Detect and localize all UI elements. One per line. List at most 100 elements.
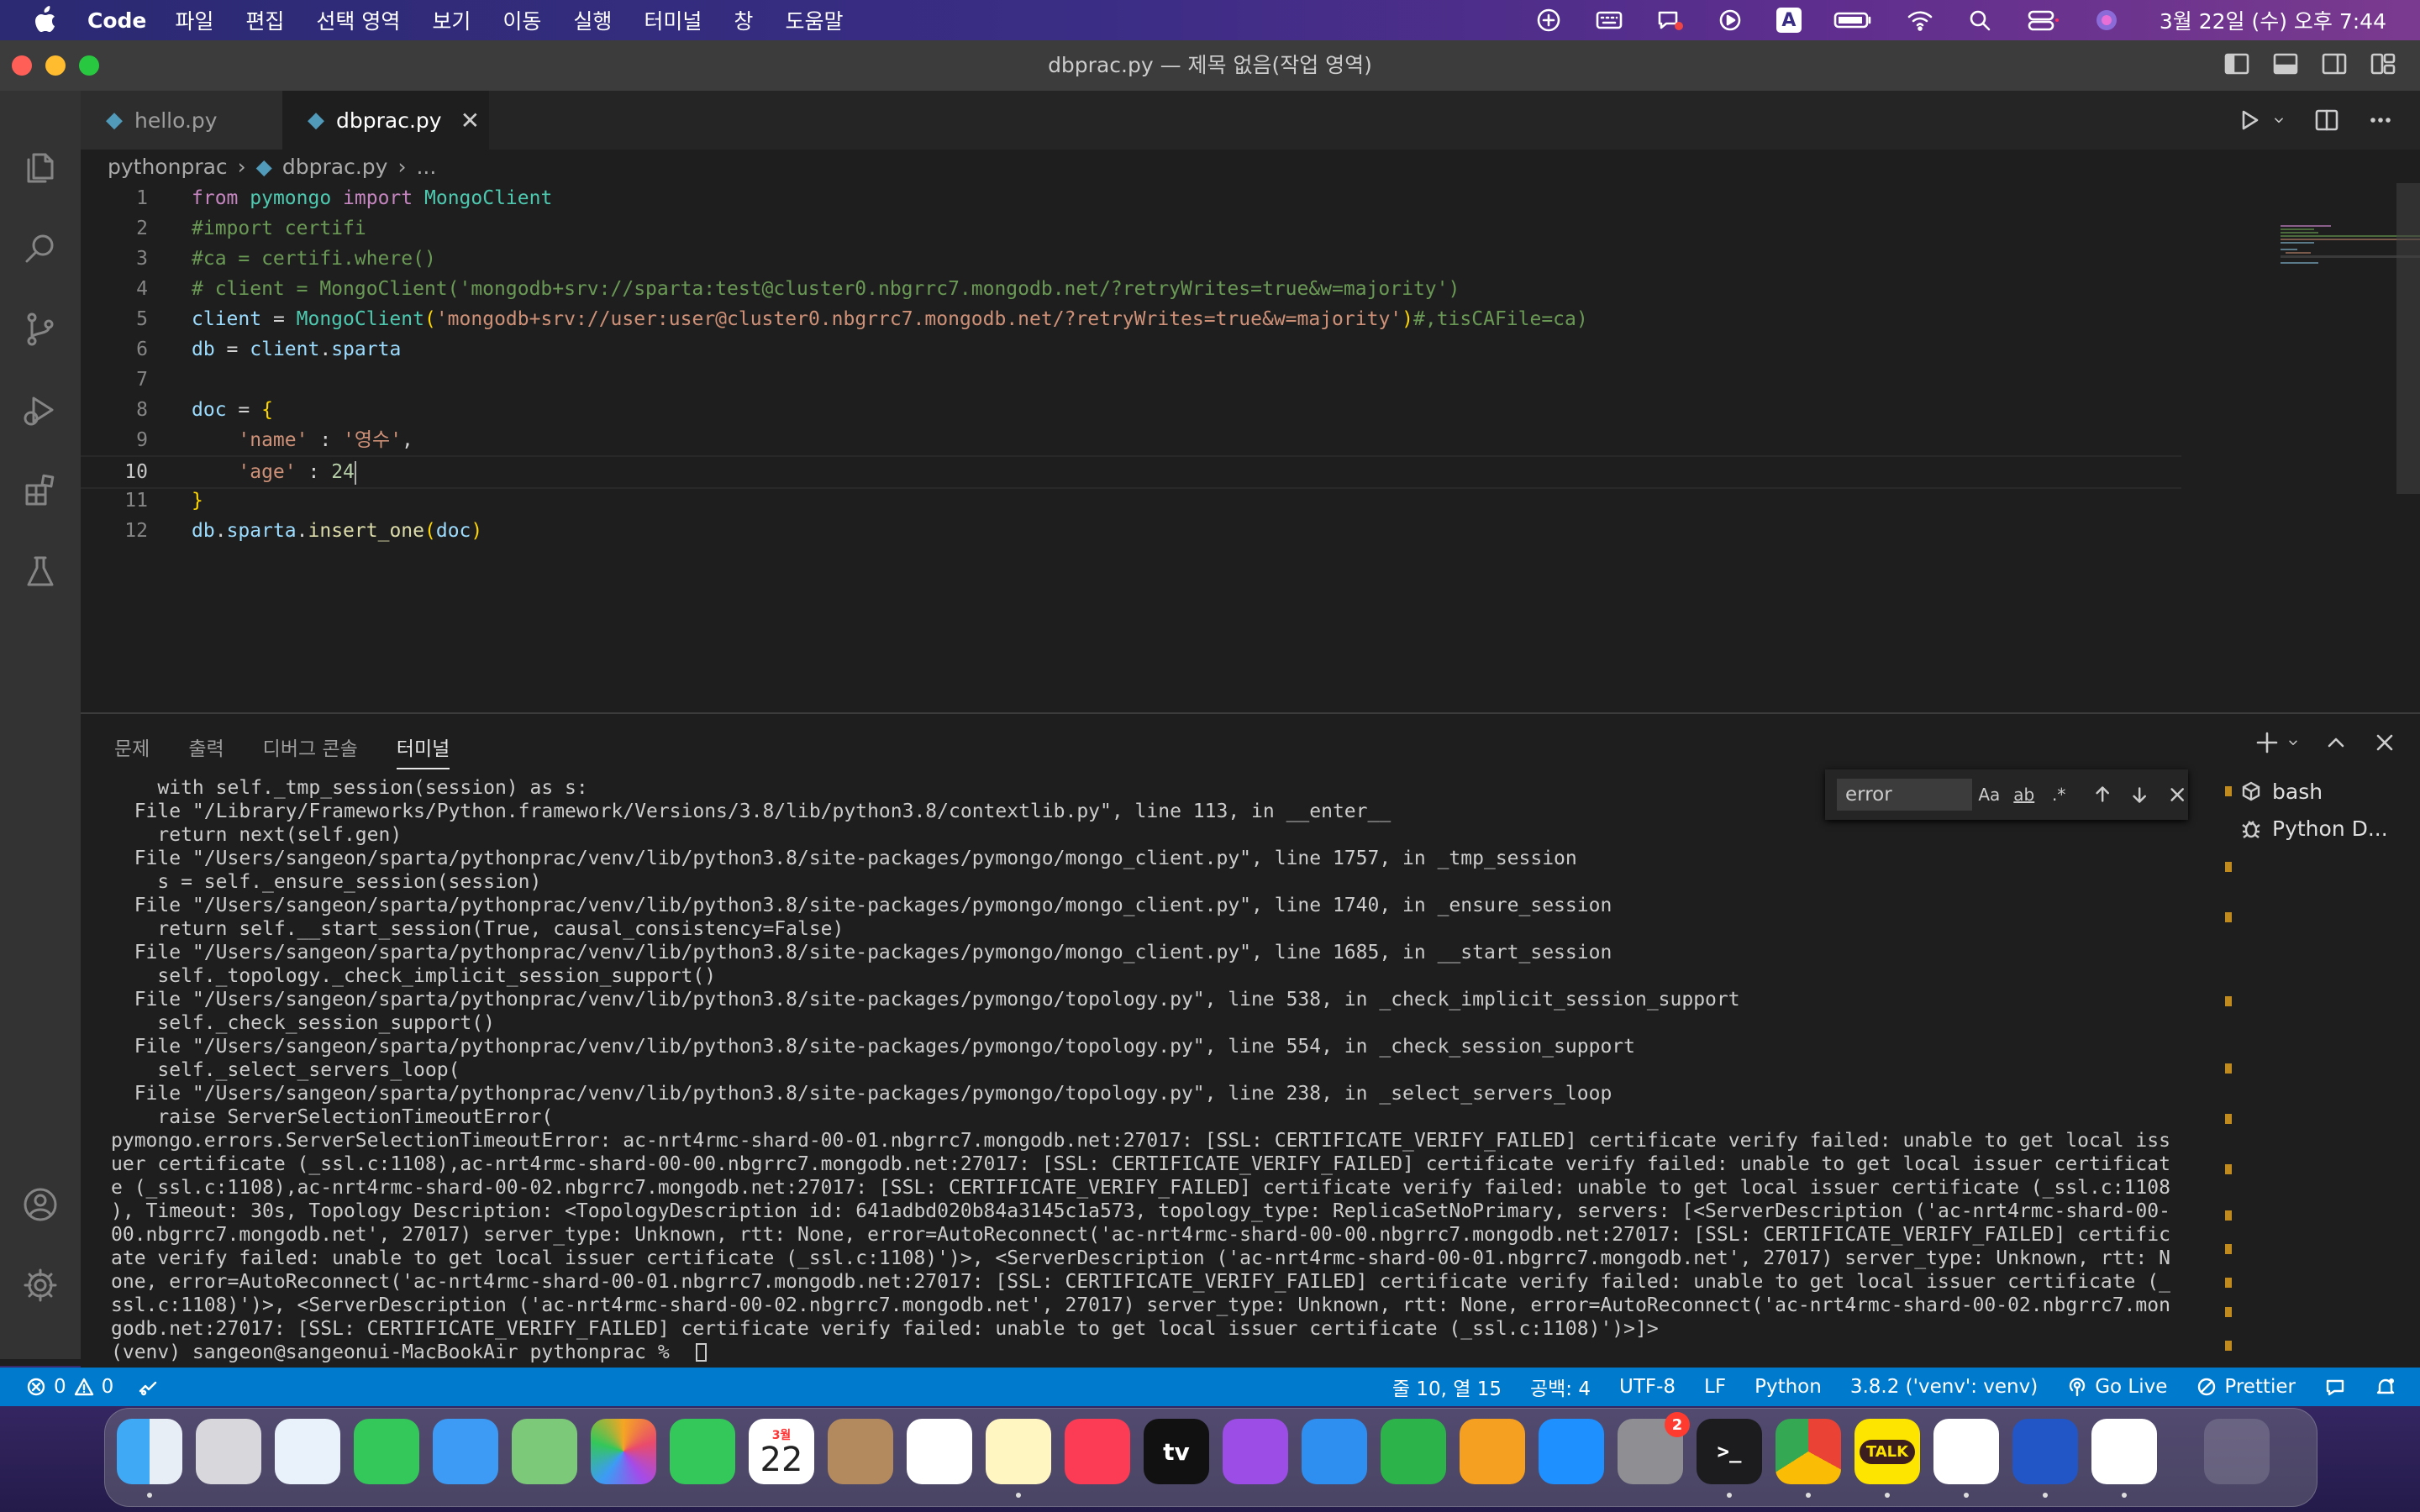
code-line[interactable]: 8 doc = { bbox=[81, 395, 2181, 425]
numbers-icon[interactable] bbox=[1381, 1419, 1446, 1484]
reminders-icon[interactable] bbox=[907, 1419, 972, 1484]
arrow-down-icon[interactable] bbox=[2128, 783, 2150, 806]
input-source-icon[interactable]: A bbox=[1776, 8, 1802, 33]
breadcrumb-file[interactable]: dbprac.py bbox=[282, 155, 388, 179]
cursor-position[interactable]: 줄 10, 열 15 bbox=[1392, 1373, 1502, 1401]
vscode-icon[interactable] bbox=[2091, 1419, 2157, 1484]
menu-run[interactable]: 실행 bbox=[573, 5, 612, 35]
sourcetree-icon[interactable] bbox=[2012, 1419, 2078, 1484]
code-line[interactable]: 10 'age' : 24 bbox=[81, 455, 2181, 489]
tab-output[interactable]: 출력 bbox=[188, 732, 224, 769]
search-icon[interactable] bbox=[1966, 8, 1995, 33]
code-line[interactable]: 5 client = MongoClient('mongodb+srv://use… bbox=[81, 304, 2181, 334]
code-line[interactable]: 11} bbox=[81, 486, 2181, 516]
more-actions-icon[interactable] bbox=[2366, 106, 2395, 134]
menu-window[interactable]: 창 bbox=[734, 5, 753, 35]
problems-status[interactable]: 0 0 bbox=[25, 1376, 113, 1398]
use-regex-toggle[interactable]: .* bbox=[2041, 785, 2075, 805]
menu-go[interactable]: 이동 bbox=[502, 5, 541, 35]
code-line[interactable]: 7 bbox=[81, 365, 2181, 395]
apple-tv-icon[interactable]: tv bbox=[1144, 1419, 1209, 1484]
battery-icon[interactable] bbox=[1833, 8, 1874, 33]
menu-help[interactable]: 도움말 bbox=[785, 5, 843, 35]
menu-edit[interactable]: 편집 bbox=[245, 5, 284, 35]
notes-icon[interactable] bbox=[986, 1419, 1051, 1484]
prettier-button[interactable]: Prettier bbox=[2196, 1376, 2296, 1398]
menubar-clock[interactable]: 3월 22일 (수) 오후 7:44 bbox=[2160, 5, 2386, 35]
source-control-icon[interactable] bbox=[22, 311, 59, 348]
maximize-panel-icon[interactable] bbox=[2323, 729, 2349, 756]
testing-icon[interactable] bbox=[22, 553, 59, 590]
code-line[interactable]: 4 # client = MongoClient('mongodb+srv://s… bbox=[81, 274, 2181, 304]
keyboard-icon[interactable] bbox=[1595, 8, 1623, 33]
breadcrumb-symbols[interactable]: ... bbox=[416, 155, 436, 179]
app-name-menu[interactable]: Code bbox=[87, 8, 146, 33]
code-line[interactable]: 1 from pymongo import MongoClient bbox=[81, 183, 2181, 213]
toggle-secondary-sidebar-icon[interactable] bbox=[2321, 50, 2348, 77]
match-whole-word-toggle[interactable]: ab bbox=[2007, 785, 2041, 805]
accounts-icon[interactable] bbox=[22, 1186, 59, 1223]
podcasts-icon[interactable] bbox=[1223, 1419, 1288, 1484]
slack-icon[interactable] bbox=[1933, 1419, 1999, 1484]
trash-icon[interactable] bbox=[2204, 1419, 2270, 1484]
code-line[interactable]: 12 db.sparta.insert_one(doc) bbox=[81, 516, 2181, 546]
toggle-panel-icon[interactable] bbox=[2272, 50, 2299, 77]
menu-selection[interactable]: 선택 영역 bbox=[316, 5, 400, 35]
finder-icon[interactable] bbox=[117, 1419, 182, 1484]
code-line[interactable]: 9 'name' : '영수', bbox=[81, 425, 2181, 455]
tab-terminal[interactable]: 터미널 bbox=[396, 732, 450, 769]
tab-hello-py[interactable]: ◆ hello.py bbox=[81, 91, 282, 150]
terminal-instance-python-debug[interactable]: Python D... bbox=[2240, 810, 2417, 847]
go-live-button[interactable]: Go Live bbox=[2066, 1376, 2167, 1398]
system-settings-icon[interactable]: 2 bbox=[1618, 1412, 1690, 1484]
maps-icon[interactable] bbox=[512, 1419, 577, 1484]
explorer-icon[interactable] bbox=[22, 150, 59, 186]
extensions-icon[interactable] bbox=[22, 472, 59, 509]
notifications-bell-icon[interactable] bbox=[2375, 1376, 2396, 1398]
code-line[interactable]: 3 #ca = certifi.where() bbox=[81, 244, 2181, 274]
terminal-output[interactable]: with self._tmp_session(session) as s: Fi… bbox=[111, 776, 2279, 1381]
toggle-primary-sidebar-icon[interactable] bbox=[2223, 50, 2250, 77]
photos-icon[interactable] bbox=[591, 1419, 656, 1484]
chat-icon[interactable] bbox=[1655, 8, 1684, 33]
kakaotalk-icon[interactable]: TALK bbox=[1854, 1419, 1920, 1484]
menu-terminal[interactable]: 터미널 bbox=[644, 5, 702, 35]
messages-icon[interactable] bbox=[354, 1419, 419, 1484]
contacts-icon[interactable] bbox=[828, 1419, 893, 1484]
terminal-icon[interactable]: >_ bbox=[1697, 1419, 1762, 1484]
terminal-instance-bash[interactable]: bash bbox=[2240, 773, 2417, 810]
close-panel-icon[interactable] bbox=[2371, 729, 2398, 756]
code-line[interactable]: 2 #import certifi bbox=[81, 213, 2181, 244]
facetime-icon[interactable] bbox=[670, 1419, 735, 1484]
end-of-line[interactable]: LF bbox=[1704, 1376, 1726, 1398]
close-tab-icon[interactable]: ✕ bbox=[460, 107, 480, 134]
play-circle-icon[interactable] bbox=[1716, 8, 1744, 33]
control-center-icon[interactable] bbox=[2027, 8, 2060, 33]
indentation[interactable]: 공백: 4 bbox=[1530, 1373, 1591, 1401]
launchpad-icon[interactable] bbox=[196, 1419, 261, 1484]
menu-view[interactable]: 보기 bbox=[432, 5, 471, 35]
app-store-icon[interactable] bbox=[1539, 1419, 1604, 1484]
code-line[interactable]: 6 db = client.sparta bbox=[81, 334, 2181, 365]
manage-gear-icon[interactable] bbox=[22, 1267, 59, 1304]
find-input[interactable]: error bbox=[1837, 779, 1972, 811]
breadcrumb-folder[interactable]: pythonprac bbox=[108, 155, 228, 179]
pages-icon[interactable] bbox=[1460, 1419, 1525, 1484]
music-icon[interactable] bbox=[1065, 1419, 1130, 1484]
mail-icon[interactable] bbox=[433, 1419, 498, 1484]
safari-icon[interactable] bbox=[275, 1419, 340, 1484]
keynote-icon[interactable] bbox=[1302, 1419, 1367, 1484]
calendar-icon[interactable]: 3월 22 bbox=[749, 1419, 814, 1484]
chevron-down-icon[interactable] bbox=[2286, 729, 2301, 756]
tab-problems[interactable]: 문제 bbox=[114, 732, 150, 769]
puzzle-icon[interactable] bbox=[1534, 8, 1563, 33]
wifi-icon[interactable] bbox=[1906, 8, 1934, 33]
feedback-icon[interactable] bbox=[2324, 1376, 2346, 1398]
editor-scrollbar[interactable] bbox=[2396, 183, 2420, 494]
language-mode[interactable]: Python bbox=[1754, 1376, 1822, 1398]
arrow-up-icon[interactable] bbox=[2091, 783, 2113, 806]
customize-layout-icon[interactable] bbox=[2370, 50, 2396, 77]
split-editor-icon[interactable] bbox=[2312, 106, 2341, 134]
siri-icon[interactable] bbox=[2092, 8, 2121, 33]
run-and-debug-icon[interactable] bbox=[22, 391, 59, 428]
